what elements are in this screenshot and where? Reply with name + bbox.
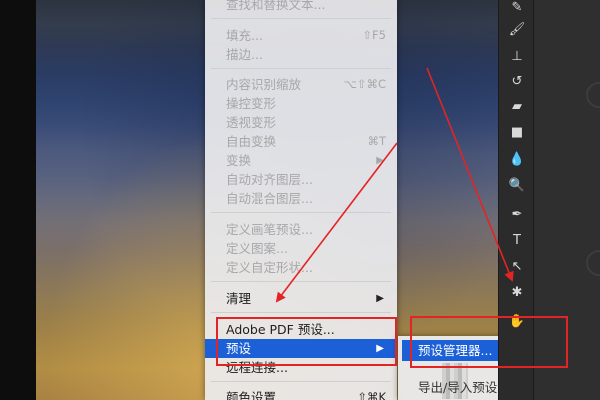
tool-glyph: ↖ [511,258,523,274]
tool-glyph: ■ [510,124,524,140]
eraser-brush-icon[interactable]: ✎ [499,0,535,18]
dodge-icon[interactable]: 🔍 [499,174,535,196]
tool-glyph: ✱ [511,284,523,300]
annotation-box-presets [216,317,397,366]
menu-item-define-brush-preset[interactable]: 定义画笔预设... [205,220,397,239]
menu-item-define-pattern[interactable]: 定义图案... [205,239,397,258]
panel-dial [586,250,600,276]
panel-dial [586,82,600,108]
menu-separator [211,18,391,19]
menu-item-label: 填充... [226,28,263,43]
submenu-arrow-icon: ▶ [376,293,384,304]
shortcut-label: ⌘T [367,134,386,148]
left-panel-edge [0,0,36,400]
path-select-icon[interactable]: ↖ [499,255,535,277]
annotation-box-preset-manager [410,316,568,368]
type-icon[interactable]: T [499,229,535,251]
menu-item-label: 定义图案... [226,241,288,256]
brush-icon[interactable]: 🖌 [499,18,535,40]
tool-glyph: T [513,232,521,248]
menu-item-auto-blend-layers[interactable]: 自动混合图层... [205,189,397,208]
custom-shape-icon[interactable]: ✱ [499,281,535,303]
tool-glyph: ✒ [511,206,523,222]
menu-separator [211,312,391,313]
menu-item-label: 导出/导入预设... [418,380,510,395]
menu-item-puppet-warp[interactable]: 操控变形 [205,94,397,113]
submenu-arrow-icon: ▶ [376,155,384,166]
menu-item-purge[interactable]: 清理 ▶ [205,289,397,308]
menu-item-label: 定义画笔预设... [226,222,313,237]
menu-item-content-aware-scale[interactable]: 内容识别缩放 ⌥⇧⌘C [205,75,397,94]
menu-item-color-settings[interactable]: 颜色设置... ⇧⌘K [205,388,397,400]
menu-separator [211,212,391,213]
shortcut-label: ⇧⌘K [357,390,386,400]
menu-separator [211,68,391,69]
menu-item-label: 颜色设置... [226,390,288,400]
menu-item-label: 自由变换 [226,134,277,149]
eraser-icon[interactable]: ▰ [499,95,535,117]
menu-item-label: 定义自定形状... [226,260,313,275]
menu-item-label: 自动混合图层... [226,191,313,206]
tool-glyph: ✎ [511,0,523,15]
menu-item-stroke[interactable]: 描边... [205,45,397,64]
menu-item-perspective-warp[interactable]: 透视变形 [205,113,397,132]
menu-item-label: 变换 [226,153,252,168]
menu-item-label: 自动对齐图层... [226,172,313,187]
shortcut-label: ⇧F5 [362,28,386,42]
menu-item-label: 清理 [226,291,252,306]
menu-item-transform[interactable]: 变换 ▶ [205,151,397,170]
tool-glyph: 💧 [508,151,526,167]
menu-item-label: 内容识别缩放 [226,77,302,92]
menu-item-auto-align-layers[interactable]: 自动对齐图层... [205,170,397,189]
menu-item-label: 查找和替换文本... [226,0,326,12]
stamp-icon[interactable]: ⊥ [499,45,535,67]
menu-separator [211,281,391,282]
menu-item-label: 操控变形 [226,96,277,111]
gradient-icon[interactable]: ■ [499,121,535,143]
menu-item-label: 透视变形 [226,115,277,130]
menu-item-free-transform[interactable]: 自由变换 ⌘T [205,132,397,151]
tool-glyph: ↺ [511,73,523,89]
blur-icon[interactable]: 💧 [499,148,535,170]
menu-item-define-custom-shape[interactable]: 定义自定形状... [205,258,397,277]
menu-item-label: 描边... [226,47,263,62]
history-brush-icon[interactable]: ↺ [499,70,535,92]
tool-glyph: ▰ [512,98,522,114]
menu-item-find-replace[interactable]: 查找和替换文本... [205,0,397,14]
tool-glyph: 🖌 [508,21,526,37]
shortcut-label: ⌥⇧⌘C [343,77,386,91]
pen-icon[interactable]: ✒ [499,203,535,225]
menu-separator [211,381,391,382]
tool-glyph: ⊥ [511,48,523,64]
tool-glyph: 🔍 [508,177,526,193]
menu-item-fill[interactable]: 填充... ⇧F5 [205,26,397,45]
